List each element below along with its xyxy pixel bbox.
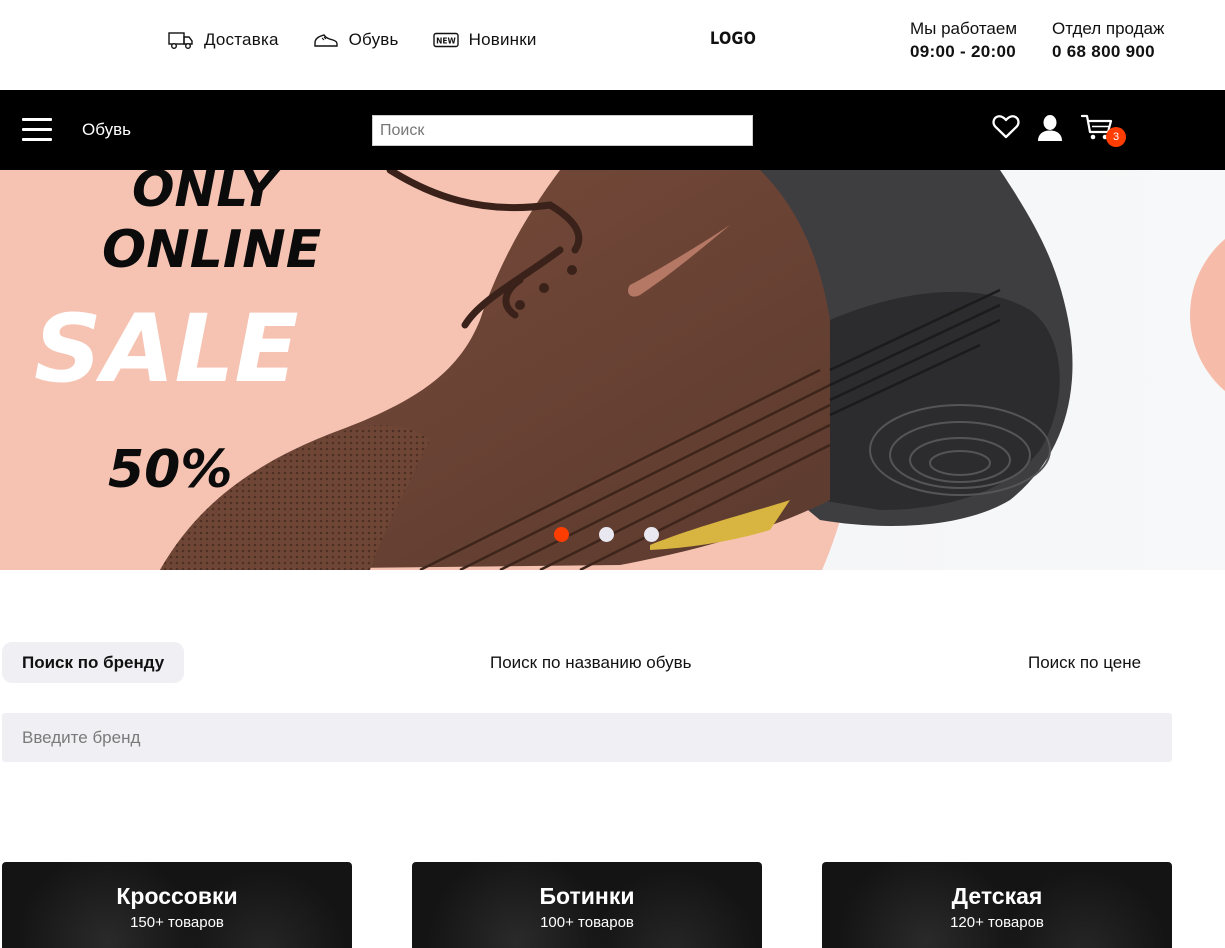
logo[interactable]: LOGO: [710, 29, 756, 49]
slider-dots: [554, 527, 689, 542]
top-nav-new-label: Новинки: [468, 30, 537, 49]
category-title: Кроссовки: [116, 883, 238, 909]
hero-line-discount: 50%: [108, 440, 233, 500]
top-nav: Доставка Обувь NEW Новинки: [168, 28, 571, 52]
working-hours: Мы работаем 09:00 - 20:00: [910, 18, 1017, 64]
cart-count-badge: 3: [1106, 127, 1126, 147]
category-title: Детская: [951, 883, 1043, 909]
category-card-boots[interactable]: Ботинки 100+ товаров: [412, 862, 762, 948]
truck-icon: [168, 28, 194, 52]
category-card-sneakers[interactable]: Кроссовки 150+ товаров: [2, 862, 352, 948]
sales-phone[interactable]: 0 68 800 900: [1052, 40, 1164, 64]
top-nav-new[interactable]: NEW Новинки: [432, 28, 537, 52]
sales-department: Отдел продаж 0 68 800 900: [1052, 18, 1164, 64]
top-nav-shoes[interactable]: Обувь: [313, 28, 399, 52]
top-nav-delivery[interactable]: Доставка: [168, 28, 279, 52]
top-nav-shoes-label: Обувь: [348, 30, 399, 49]
category-count: 100+ товаров: [540, 914, 634, 931]
working-hours-value: 09:00 - 20:00: [910, 42, 1016, 61]
working-hours-label: Мы работаем: [910, 19, 1018, 38]
hero-line-sale: SALE: [34, 295, 299, 404]
top-nav-delivery-label: Доставка: [204, 30, 279, 49]
menu-icon[interactable]: [22, 118, 52, 142]
new-badge-text: NEW: [436, 37, 456, 46]
top-info-bar: Доставка Обувь NEW Новинки LOGO Мы работ…: [0, 0, 1225, 90]
shoe-icon: [313, 28, 339, 52]
category-count: 120+ товаров: [950, 914, 1044, 931]
tab-search-by-brand[interactable]: Поиск по бренду: [2, 642, 185, 683]
tab-search-by-name[interactable]: Поиск по названию обувь: [490, 642, 692, 683]
new-badge-icon: NEW: [432, 28, 459, 52]
nav-category-link[interactable]: Обувь: [82, 120, 131, 140]
hero-line-online: ONLINE: [102, 220, 322, 280]
category-title: Ботинки: [539, 883, 635, 909]
category-card-kids[interactable]: Детская 120+ товаров: [822, 862, 1172, 948]
slider-dot-3[interactable]: [644, 527, 659, 542]
slider-dot-1[interactable]: [554, 527, 569, 542]
category-count: 150+ товаров: [130, 914, 224, 931]
hero-line-only: ONLY: [132, 170, 277, 218]
user-icon[interactable]: [1037, 114, 1063, 142]
slider-dot-2[interactable]: [599, 527, 614, 542]
tab-search-by-price[interactable]: Поиск по цене: [1028, 642, 1141, 683]
search-input[interactable]: [372, 115, 753, 146]
hero-banner[interactable]: ONLY ONLINE SALE 50%: [0, 170, 1225, 570]
heart-icon[interactable]: [992, 114, 1020, 140]
brand-search-input[interactable]: [2, 713, 1172, 762]
sales-department-label: Отдел продаж: [1052, 19, 1165, 38]
